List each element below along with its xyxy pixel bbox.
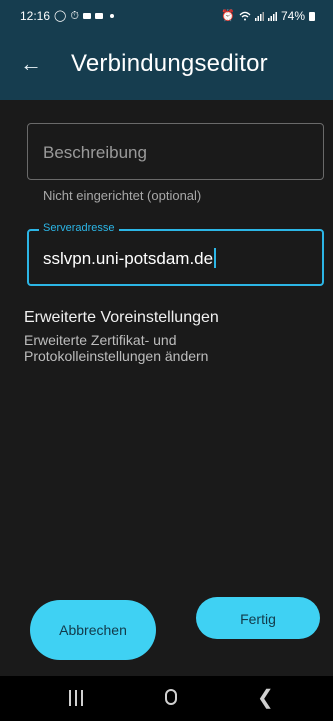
- back-icon[interactable]: ❮: [257, 688, 274, 708]
- navigation-bar: ❮: [0, 676, 333, 721]
- status-right: ⏰ 74%: [221, 9, 315, 23]
- message-icon: [82, 13, 91, 19]
- wifi-icon: [239, 11, 251, 21]
- page-title: Verbindungseditor: [71, 50, 268, 77]
- alarm-icon: ⏰: [221, 10, 235, 22]
- recents-icon[interactable]: [69, 690, 83, 706]
- text-caret: [214, 248, 217, 268]
- arrow-left-icon[interactable]: ←: [20, 52, 44, 76]
- app-bar: ← Verbindungseditor: [0, 32, 333, 100]
- signal-icon: [267, 12, 277, 21]
- description-field[interactable]: Beschreibung: [27, 123, 324, 180]
- message-icon: [94, 13, 103, 19]
- battery-percent: 74%: [280, 9, 305, 23]
- status-bar: 12:16 ◯ ⏱ ⏰ 74%: [0, 0, 333, 32]
- server-address-field[interactable]: Serveradresse sslvpn.uni-potsdam.de: [27, 222, 324, 286]
- description-helper-text: Nicht eingerichtet (optional): [43, 188, 202, 203]
- whatsapp-icon: ◯: [54, 10, 67, 22]
- advanced-settings-subtitle[interactable]: Erweiterte Zertifikat- und Protokolleins…: [24, 332, 284, 364]
- done-button[interactable]: Fertig: [196, 597, 320, 639]
- status-time: 12:16: [20, 9, 51, 23]
- server-address-value: sslvpn.uni-potsdam.de: [43, 248, 217, 269]
- home-icon[interactable]: [165, 689, 177, 705]
- dot-icon: [109, 14, 114, 18]
- signal-icon: [254, 12, 264, 21]
- server-address-text: sslvpn.uni-potsdam.de: [43, 249, 214, 268]
- status-left: 12:16 ◯ ⏱: [20, 9, 114, 23]
- advanced-settings-title[interactable]: Erweiterte Voreinstellungen: [24, 309, 219, 327]
- description-placeholder: Beschreibung: [43, 143, 147, 162]
- battery-icon: [309, 11, 315, 21]
- server-address-label: Serveradresse: [39, 222, 119, 234]
- cancel-button[interactable]: Abbrechen: [30, 600, 156, 660]
- timer-icon: ⏱: [70, 10, 79, 22]
